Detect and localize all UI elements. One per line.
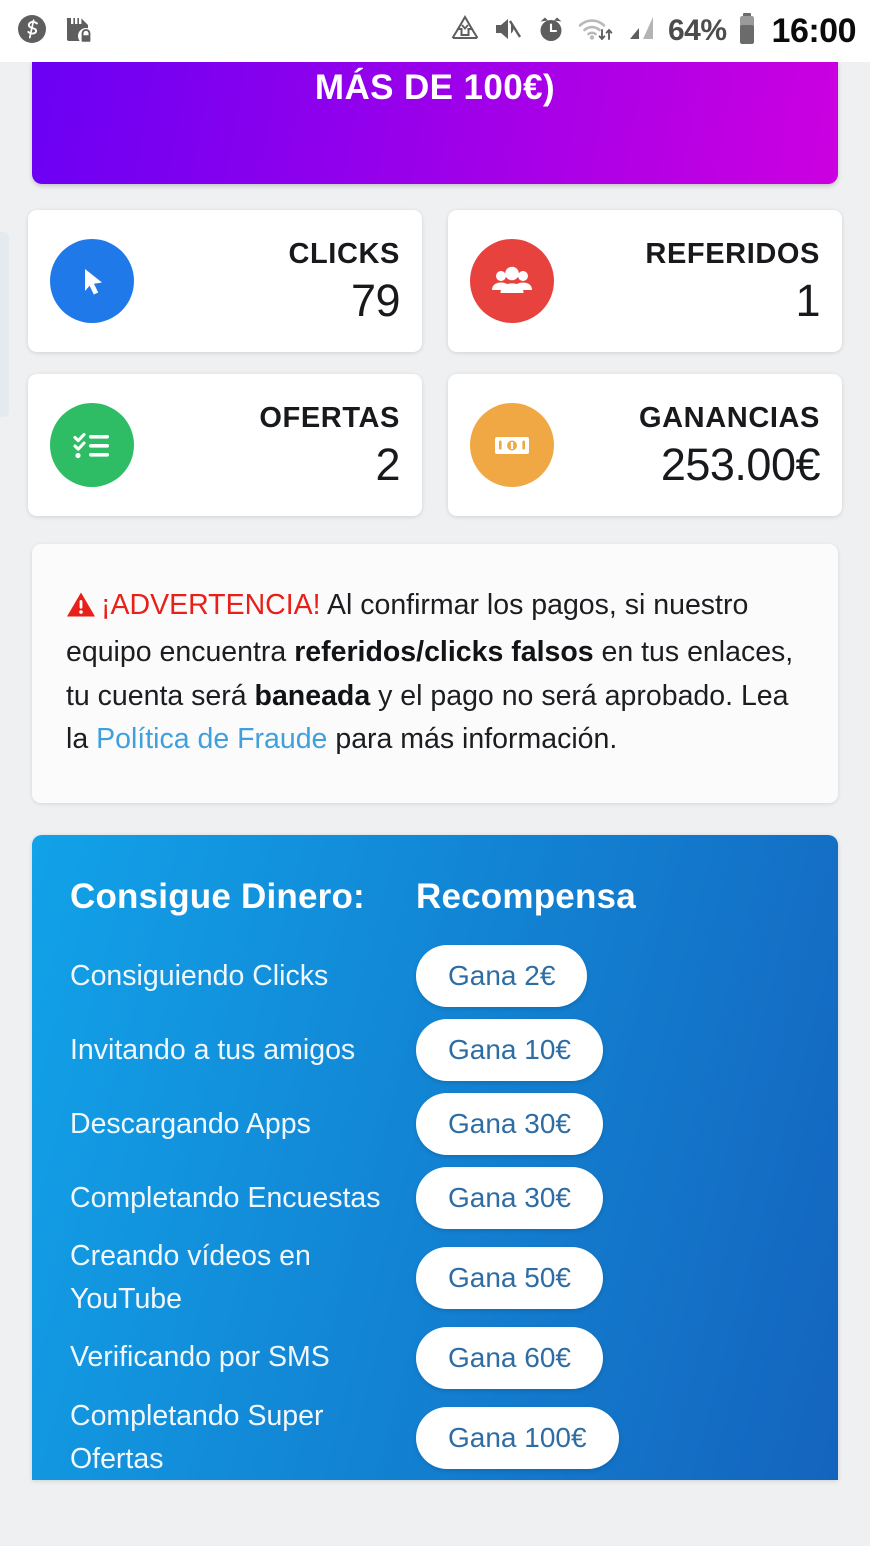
reward-amount-pill[interactable]: Gana 60€ <box>416 1326 603 1389</box>
checklist-icon <box>73 432 109 459</box>
reward-task-label: Verificando por SMS <box>70 1341 330 1374</box>
signal-bars-icon <box>627 14 657 49</box>
reward-task-label: Consiguiendo Clicks <box>70 959 329 992</box>
warning-triangle-icon <box>66 588 96 631</box>
reward-amount-pill[interactable]: Gana 10€ <box>416 1019 603 1082</box>
reward-amount-pill[interactable]: Gana 30€ <box>416 1093 603 1156</box>
reward-task-label: Completando Super Ofertas <box>70 1399 324 1475</box>
stat-value: 253.00€ <box>660 438 821 490</box>
stat-card-clicks[interactable]: CLICKS 79 <box>28 210 422 352</box>
cursor-arrow-badge <box>50 239 134 323</box>
rewards-header-task: Consigue Dinero: <box>70 877 365 917</box>
stat-text-referidos: REFERIDOS 1 <box>645 237 820 326</box>
people-group-icon <box>492 266 532 293</box>
battery-icon <box>736 12 758 51</box>
reward-task-label: Descargando Apps <box>70 1107 311 1140</box>
promo-banner[interactable]: MÁS DE 100€) <box>32 62 838 184</box>
offscreen-panel-edge <box>0 232 9 417</box>
cursor-arrow-icon <box>85 269 102 295</box>
fraud-policy-link[interactable]: Política de Fraude <box>96 723 327 755</box>
rewards-header-reward: Recompensa <box>416 877 636 917</box>
alarm-clock-icon <box>535 14 567 49</box>
stat-text-ofertas: OFERTAS 2 <box>259 401 400 490</box>
reward-row[interactable]: Creando vídeos en YouTube Gana 50€ <box>70 1235 800 1321</box>
banknote-badge <box>470 403 554 487</box>
stat-card-ganancias[interactable]: GANANCIAS 253.00€ <box>448 374 842 516</box>
reward-task-label: Creando vídeos en YouTube <box>70 1240 311 1315</box>
volume-mute-icon <box>492 14 524 49</box>
reward-row[interactable]: Completando Encuestas Gana 30€ <box>70 1161 800 1235</box>
reward-row[interactable]: Verificando por SMS Gana 60€ <box>70 1321 800 1395</box>
stat-value: 1 <box>795 274 820 326</box>
promo-banner-text: MÁS DE 100€) <box>314 68 556 107</box>
sd-card-lock-icon <box>61 13 95 50</box>
wifi-transfer-icon <box>578 14 616 49</box>
warning-bold-referidos: referidos/clicks falsos <box>294 636 594 669</box>
stat-text-ganancias: GANANCIAS 253.00€ <box>638 401 821 490</box>
status-bar-left-icons <box>16 13 95 50</box>
page-scroll-container[interactable]: MÁS DE 100€) CLICKS 79 REFERIDOS 1 OFERT… <box>0 62 870 1546</box>
rewards-panel: Consigue Dinero: Recompensa Consiguiendo… <box>32 835 838 1481</box>
warning-card: ¡ADVERTENCIA! Al confirmar los pagos, si… <box>32 544 838 804</box>
reward-amount-pill[interactable]: Gana 50€ <box>416 1247 603 1309</box>
reward-amount-pill[interactable]: Gana 30€ <box>416 1167 603 1230</box>
stat-text-clicks: CLICKS 79 <box>288 237 401 326</box>
stat-card-referidos[interactable]: REFERIDOS 1 <box>448 210 842 352</box>
status-bar: 64% 16:00 <box>0 0 870 62</box>
stats-grid: CLICKS 79 REFERIDOS 1 OFERTAS 2 GANANCIA… <box>28 210 842 516</box>
reward-amount-pill[interactable]: Gana 100€ <box>416 1406 619 1469</box>
warning-part4: para más información. <box>327 722 618 755</box>
people-group-badge <box>470 239 554 323</box>
warning-text: ¡ADVERTENCIA! Al confirmar los pagos, si… <box>66 584 804 761</box>
stat-label: REFERIDOS <box>645 237 820 270</box>
stat-label: OFERTAS <box>259 401 400 434</box>
stat-label: CLICKS <box>288 237 400 270</box>
reward-task-label: Invitando a tus amigos <box>70 1033 356 1066</box>
circled-s-icon <box>16 13 48 50</box>
warning-bold-baneada: baneada <box>254 679 371 712</box>
stat-value: 79 <box>350 274 401 326</box>
reward-row[interactable]: Consiguiendo Clicks Gana 2€ <box>70 939 800 1013</box>
battery-percent-label: 64% <box>667 14 727 47</box>
checklist-badge <box>50 403 134 487</box>
data-saver-icon <box>449 14 481 49</box>
stat-label: GANANCIAS <box>638 401 820 434</box>
rewards-header-row: Consigue Dinero: Recompensa <box>70 877 800 917</box>
reward-task-label: Completando Encuestas <box>70 1181 381 1214</box>
clock-label: 16:00 <box>771 11 857 50</box>
banknote-icon <box>495 437 529 454</box>
warning-heading: ¡ADVERTENCIA! <box>101 589 321 621</box>
reward-row[interactable]: Descargando Apps Gana 30€ <box>70 1087 800 1161</box>
stat-card-ofertas[interactable]: OFERTAS 2 <box>28 374 422 516</box>
reward-amount-pill[interactable]: Gana 2€ <box>416 945 588 1008</box>
stat-value: 2 <box>375 438 400 490</box>
reward-row[interactable]: Invitando a tus amigos Gana 10€ <box>70 1013 800 1087</box>
reward-row[interactable]: Completando Super Ofertas Gana 100€ <box>70 1395 800 1481</box>
status-bar-right-icons: 64% 16:00 <box>449 11 857 51</box>
